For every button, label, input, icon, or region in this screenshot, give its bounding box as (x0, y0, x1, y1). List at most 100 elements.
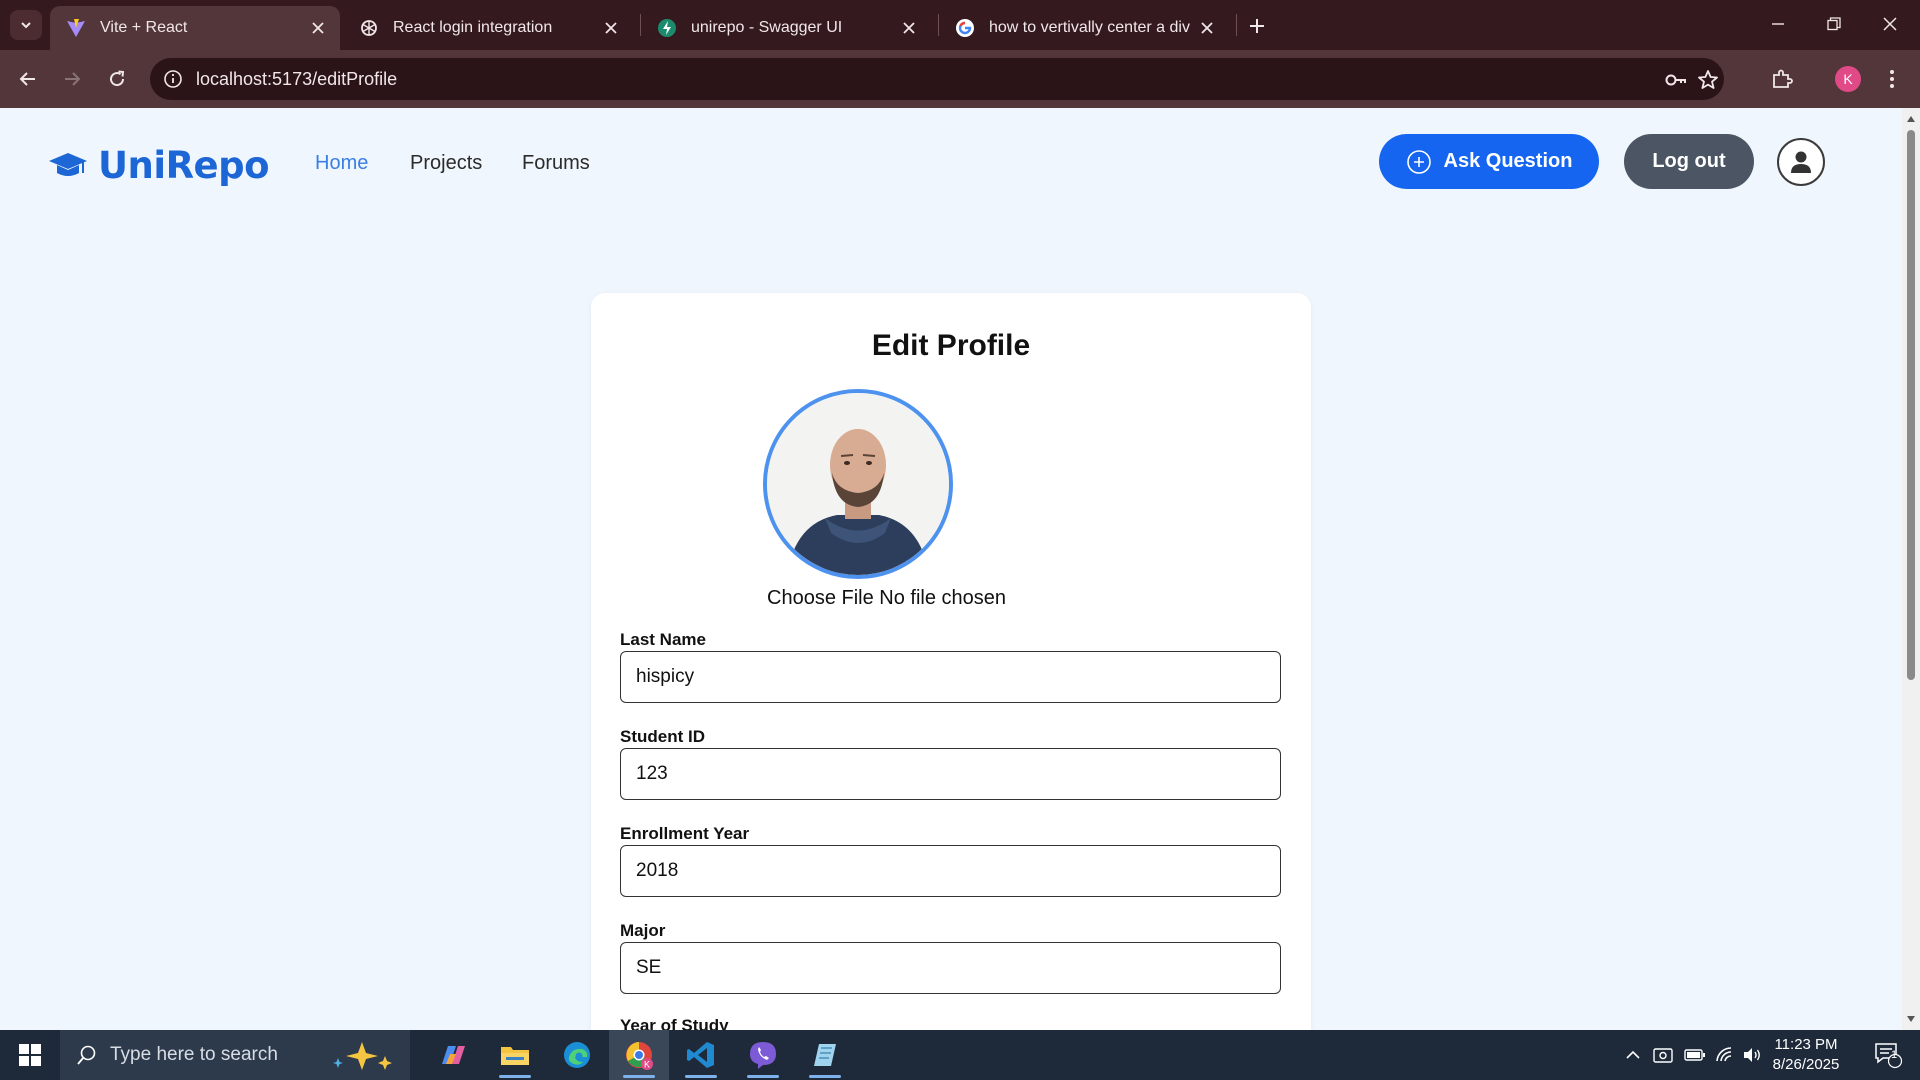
plus-icon (1250, 19, 1264, 33)
browser-toolbar: localhost:5173/editProfile (0, 50, 1920, 108)
scroll-down-icon[interactable] (1906, 1014, 1916, 1024)
browser-tab-bar: Vite + React React login integration uni… (0, 0, 1920, 50)
start-button[interactable] (0, 1030, 60, 1080)
tab-vite-react[interactable]: Vite + React (50, 6, 340, 50)
search-placeholder: Type here to search (110, 1044, 278, 1065)
edge-browser-icon[interactable] (547, 1030, 607, 1080)
chevron-down-icon (21, 22, 31, 29)
password-key-icon[interactable] (1664, 68, 1688, 92)
chevron-up-icon (1626, 1050, 1640, 1059)
bookmark-star-icon[interactable] (1696, 68, 1720, 92)
close-tab-icon[interactable] (897, 16, 921, 40)
notepad-app-icon[interactable] (795, 1030, 855, 1080)
reload-icon (110, 70, 125, 87)
tab-title: how to vertivally center a div - C (989, 19, 1195, 36)
enrollment-year-label: Enrollment Year (620, 824, 750, 843)
browser-menu-button[interactable] (1876, 63, 1908, 95)
choose-file-button[interactable]: Choose File (767, 587, 874, 609)
close-tab-icon[interactable] (306, 16, 330, 40)
scroll-thumb[interactable] (1907, 130, 1915, 680)
logout-button[interactable]: Log out (1624, 134, 1754, 189)
svg-text:K: K (644, 1060, 650, 1070)
new-tab-button[interactable] (1243, 12, 1271, 40)
vite-icon (66, 18, 86, 38)
nav-home[interactable]: Home (315, 152, 368, 175)
meet-now-icon[interactable] (1650, 1030, 1676, 1080)
edit-profile-card: Edit Profile Choose File No file chosen … (591, 293, 1311, 1030)
wifi-icon[interactable] (1712, 1030, 1738, 1080)
tab-swagger[interactable]: unirepo - Swagger UI (641, 6, 931, 50)
nav-projects[interactable]: Projects (410, 152, 482, 175)
user-icon (1791, 151, 1811, 173)
page-content: UniRepo Home Projects Forums Ask Questio… (0, 108, 1902, 1030)
forward-button[interactable] (56, 63, 88, 95)
notification-icon (1875, 1043, 1903, 1069)
tab-title: Vite + React (100, 19, 188, 36)
enrollment-year-input[interactable]: 2018 (620, 845, 1281, 897)
windows-logo-icon (19, 1044, 41, 1066)
profile-photo (763, 389, 953, 579)
clock-time: 11:23 PM (1774, 1036, 1838, 1053)
google-icon (955, 18, 975, 38)
taskbar-search[interactable]: Type here to search (60, 1030, 410, 1080)
back-button[interactable] (12, 63, 44, 95)
chrome-browser-icon[interactable]: K (609, 1030, 669, 1080)
site-info-icon[interactable] (162, 68, 184, 90)
address-bar[interactable]: localhost:5173/editProfile (150, 58, 1724, 100)
notification-center-button[interactable]: 1 (1864, 1030, 1912, 1080)
close-tab-icon[interactable] (1195, 16, 1219, 40)
site-logo[interactable]: UniRepo (48, 144, 270, 187)
close-icon (1883, 17, 1897, 31)
copilot-app-icon[interactable] (423, 1030, 483, 1080)
ask-question-label: Ask Question (1443, 150, 1573, 172)
plus-circle-icon (1406, 149, 1431, 174)
year-of-study-label: Year of Study (620, 1016, 729, 1030)
close-tab-icon[interactable] (599, 16, 623, 40)
last-name-input[interactable]: hispicy (620, 651, 1281, 703)
ask-question-button[interactable]: Ask Question (1379, 134, 1599, 189)
user-menu-button[interactable] (1777, 138, 1825, 186)
major-input[interactable]: SE (620, 942, 1281, 994)
file-chooser[interactable]: Choose File No file chosen (767, 587, 1006, 610)
taskbar-clock[interactable]: 11:23 PM 8/26/2025 (1760, 1035, 1852, 1075)
student-id-label: Student ID (620, 727, 705, 746)
restore-icon (1827, 17, 1841, 31)
reload-button[interactable] (101, 63, 133, 95)
tab-google-search[interactable]: how to vertivally center a div - C (939, 6, 1229, 50)
scroll-up-icon[interactable] (1906, 114, 1916, 124)
openai-icon (359, 18, 379, 38)
tab-title: React login integration (393, 19, 553, 36)
notification-count: 1 (1891, 1049, 1898, 1061)
profile-avatar[interactable]: K (1835, 66, 1861, 92)
copilot-sparkle-icon (333, 1042, 392, 1070)
close-window-button[interactable] (1868, 8, 1912, 40)
arrow-left-icon (19, 72, 35, 86)
arrow-right-icon (65, 72, 81, 86)
page-scrollbar[interactable] (1902, 108, 1920, 1030)
search-icon (77, 1045, 96, 1065)
page-title: Edit Profile (871, 329, 1031, 362)
last-name-label: Last Name (620, 630, 706, 649)
url-text: localhost:5173/editProfile (196, 69, 398, 89)
student-id-input[interactable]: 123 (620, 748, 1281, 800)
puzzle-icon (1773, 69, 1793, 88)
windows-taskbar: Type here to search K 11:23 PM 8/26/2025… (0, 1030, 1920, 1080)
tab-title: unirepo - Swagger UI (691, 19, 843, 36)
tab-search-button[interactable] (10, 10, 42, 40)
more-vertical-icon (1890, 70, 1894, 88)
minimize-icon (1772, 23, 1784, 25)
minimize-button[interactable] (1756, 8, 1800, 40)
clock-date: 8/26/2025 (1772, 1056, 1840, 1073)
extensions-button[interactable] (1766, 63, 1798, 95)
file-explorer-icon[interactable] (485, 1030, 545, 1080)
viber-icon[interactable] (733, 1030, 793, 1080)
graduation-cap-icon (49, 152, 87, 176)
restore-button[interactable] (1812, 8, 1856, 40)
show-hidden-icons-button[interactable] (1620, 1030, 1646, 1080)
nav-forums[interactable]: Forums (522, 152, 590, 175)
vscode-icon[interactable] (671, 1030, 731, 1080)
logo-text: UniRepo (98, 144, 270, 187)
tab-react-login[interactable]: React login integration (343, 6, 633, 50)
battery-icon[interactable] (1682, 1030, 1708, 1080)
tab-separator (1236, 14, 1237, 36)
